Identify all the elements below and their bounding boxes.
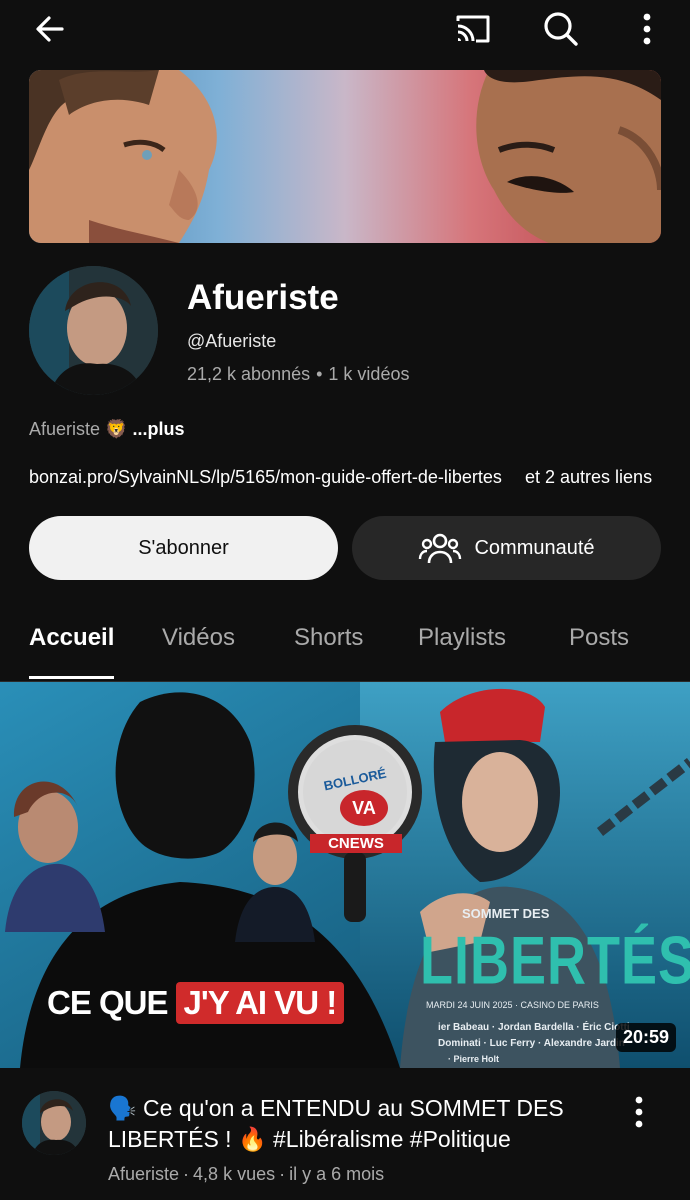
tab-shorts[interactable]: Shorts [294,624,363,652]
tab-accueil[interactable]: Accueil [29,624,114,652]
channel-stats: 21,2 k abonnés • 1 k vidéos [187,364,409,385]
more-vertical-icon [643,13,651,45]
meta-separator-1: · [183,1164,190,1184]
caption-white: CE QUE [47,984,169,1021]
thumbnail-caption: CE QUE J'Y AI VU ! [47,982,345,1024]
search-button[interactable] [536,4,586,54]
cast-icon [456,15,490,43]
tab-playlists[interactable]: Playlists [418,624,506,652]
avatar-portrait [29,266,158,395]
channel-links: bonzai.pro/SylvainNLS/lp/5165/mon-guide-… [29,467,669,488]
community-button[interactable]: Communauté [352,516,661,580]
more-options-button[interactable] [622,4,672,54]
search-icon [544,12,578,46]
back-button[interactable] [25,4,75,54]
channel-link[interactable]: bonzai.pro/SylvainNLS/lp/5165/mon-guide-… [29,467,513,488]
tab-videos[interactable]: Vidéos [162,624,235,652]
meta-separator-2: · [279,1164,286,1184]
video-meta: Afueriste · 4,8 k vues · il y a 6 mois [108,1164,384,1185]
active-tab-indicator [29,676,114,679]
video-thumbnail[interactable]: BOLLORÉ VA CNEWS SOMMET DES LIBERTÉS MAR… [0,682,690,1068]
community-label: Communauté [474,536,595,559]
va-badge: VA [340,790,388,826]
video-age: il y a 6 mois [289,1164,385,1184]
subscriber-count: 21,2 k abonnés [187,364,311,384]
channel-name: Afueriste [187,278,339,317]
video-channel: Afueriste [108,1164,180,1184]
caption-highlight: J'Y AI VU ! [175,982,345,1024]
channel-banner [29,70,661,243]
video-options-button[interactable] [624,1092,654,1132]
banner-illustration [29,70,661,243]
subscribe-label: S'abonner [138,536,229,559]
video-count: 1 k vidéos [328,364,410,384]
poster-date: MARDI 24 JUIN 2025 · CASINO DE PARIS [426,1000,599,1010]
video-title[interactable]: 🗣️ Ce qu'on a ENTENDU au SOMMET DES LIBE… [108,1093,598,1155]
poster-speakers-3: · Pierre Holt [448,1054,500,1064]
avatar-portrait-small [22,1091,86,1155]
poster-title: LIBERTÉS [420,923,690,999]
subscribe-button[interactable]: S'abonner [29,516,338,580]
poster-speakers-1: ier Babeau · Jordan Bardella · Éric Ciot… [438,1022,630,1033]
cast-button[interactable] [448,4,498,54]
channel-description[interactable]: Afueriste 🦁 ...plus [29,419,184,440]
more-vertical-icon [635,1096,643,1128]
top-app-bar [0,0,690,58]
stats-separator: • [316,364,323,384]
description-more-link[interactable]: ...plus [132,419,184,439]
channel-handle: @Afueriste [187,331,277,351]
description-text: Afueriste 🦁 [29,419,128,439]
video-views: 4,8 k vues [193,1164,276,1184]
channel-avatar[interactable] [29,266,158,395]
tab-posts[interactable]: Posts [569,624,629,652]
other-links[interactable]: et 2 autres liens [525,467,652,488]
video-channel-avatar[interactable] [22,1091,86,1155]
cnews-label: CNEWS [310,834,402,853]
poster-speakers-2: Dominati · Luc Ferry · Alexandre Jardin [438,1038,625,1049]
arrow-left-icon [36,16,64,42]
people-icon [419,533,462,564]
video-duration: 20:59 [615,1023,676,1052]
channel-tabs: Accueil Vidéos Shorts Playlists Posts [0,610,690,682]
poster-subtitle: SOMMET DES [462,906,550,921]
